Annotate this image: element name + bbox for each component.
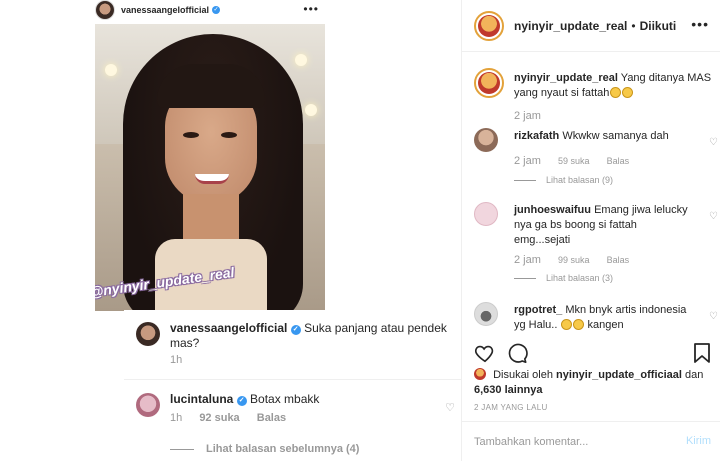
comment-time: 1h bbox=[170, 354, 183, 366]
comment-time: 1h bbox=[170, 412, 183, 424]
comment-username[interactable]: rizkafath bbox=[514, 130, 559, 142]
post-time-ago: 2 JAM YANG LALU bbox=[474, 403, 548, 412]
comment-input-bar: Kirim bbox=[462, 421, 720, 461]
verified-icon: ✓ bbox=[236, 396, 247, 406]
verified-icon: ✓ bbox=[212, 6, 221, 14]
avatar[interactable] bbox=[474, 302, 498, 326]
comment-text: Wkwkw samanya dah bbox=[562, 130, 669, 142]
view-replies-link[interactable]: Lihat balasan (3) bbox=[546, 273, 613, 283]
separator-dot: • bbox=[631, 18, 636, 33]
embedded-comment: vanessaangelofficial ✓ Suka panjang atau… bbox=[124, 310, 461, 380]
heart-icon[interactable]: ♡ bbox=[709, 211, 718, 222]
post-photo: @nyinyir_update_real bbox=[95, 24, 325, 311]
reply-button[interactable]: Balas bbox=[607, 156, 630, 166]
avatar bbox=[136, 393, 160, 417]
divider bbox=[514, 277, 536, 279]
avatar[interactable] bbox=[474, 128, 498, 152]
comment-time: 2 jam bbox=[514, 155, 541, 167]
avatar bbox=[136, 322, 160, 346]
heart-icon[interactable]: ♡ bbox=[709, 137, 718, 148]
more-options-icon[interactable]: ••• bbox=[691, 16, 709, 32]
comment-username[interactable]: junhoeswaifuu bbox=[514, 204, 591, 216]
profile-avatar[interactable] bbox=[474, 68, 504, 98]
comment-text: Botax mbakk bbox=[250, 392, 320, 406]
more-options-icon: ••• bbox=[303, 2, 319, 16]
liker-avatar bbox=[474, 368, 486, 380]
divider bbox=[170, 448, 194, 450]
view-previous-replies: Lihat balasan sebelumnya (4) bbox=[206, 443, 360, 455]
like-heart-icon[interactable] bbox=[474, 342, 496, 364]
comment-text-after: kangen bbox=[587, 319, 624, 331]
action-bar bbox=[462, 340, 720, 366]
laughing-emoji-icon bbox=[610, 87, 622, 98]
bookmark-icon[interactable] bbox=[693, 342, 711, 364]
post-panel: nyinyir_update_real • Diikuti ••• nyinyi… bbox=[461, 0, 720, 461]
comment-likes: 92 suka bbox=[199, 412, 240, 424]
divider bbox=[514, 179, 536, 181]
embedded-comment: lucintaluna ✓ Botax mbakk 1h 92 suka Bal… bbox=[124, 381, 461, 461]
comment-username[interactable]: rgpotret_ bbox=[514, 304, 562, 316]
profile-avatar[interactable] bbox=[474, 10, 504, 41]
comment-time: 2 jam bbox=[514, 254, 541, 266]
comment-input[interactable] bbox=[474, 433, 664, 451]
avatar[interactable] bbox=[474, 202, 498, 226]
reply-link: Balas bbox=[256, 412, 287, 424]
comment-username: lucintaluna bbox=[170, 392, 234, 406]
header-username[interactable]: nyinyir_update_real bbox=[514, 19, 627, 33]
divider bbox=[124, 379, 461, 380]
caption-time: 2 jam bbox=[514, 110, 541, 122]
avatar bbox=[95, 0, 115, 20]
likes-count[interactable]: 6,630 lainnya bbox=[474, 384, 543, 396]
verified-icon: ✓ bbox=[290, 325, 301, 335]
sad-emoji-icon bbox=[561, 319, 573, 330]
embedded-username: vanessaangelofficial bbox=[121, 5, 210, 15]
likes-prefix: Disukai oleh bbox=[493, 369, 553, 381]
comment-likes[interactable]: 99 suka bbox=[558, 255, 590, 265]
comment-likes[interactable]: 59 suka bbox=[558, 156, 590, 166]
embedded-post-header: vanessaangelofficial ✓ ••• bbox=[95, 0, 325, 20]
caption-username[interactable]: nyinyir_update_real bbox=[514, 72, 618, 84]
heart-icon: ♡ bbox=[445, 402, 455, 414]
reply-button[interactable]: Balas bbox=[607, 255, 630, 265]
likes-summary: Disukai oleh nyinyir_update_officiaal da… bbox=[474, 368, 714, 398]
sad-emoji-icon bbox=[573, 319, 585, 330]
follow-status[interactable]: Diikuti bbox=[640, 19, 677, 33]
post-header: nyinyir_update_real • Diikuti ••• bbox=[462, 0, 720, 52]
liker-username[interactable]: nyinyir_update_officiaal bbox=[556, 369, 682, 381]
embedded-post: vanessaangelofficial ✓ ••• @nyinyir_upda… bbox=[0, 0, 461, 461]
laughing-emoji-icon bbox=[622, 87, 634, 98]
comment-username: vanessaangelofficial bbox=[170, 321, 288, 335]
view-replies-link[interactable]: Lihat balasan (9) bbox=[546, 175, 613, 185]
comment-bubble-icon[interactable] bbox=[506, 342, 528, 364]
send-button[interactable]: Kirim bbox=[686, 435, 711, 447]
heart-icon[interactable]: ♡ bbox=[709, 311, 718, 322]
likes-suffix: dan bbox=[685, 369, 704, 381]
